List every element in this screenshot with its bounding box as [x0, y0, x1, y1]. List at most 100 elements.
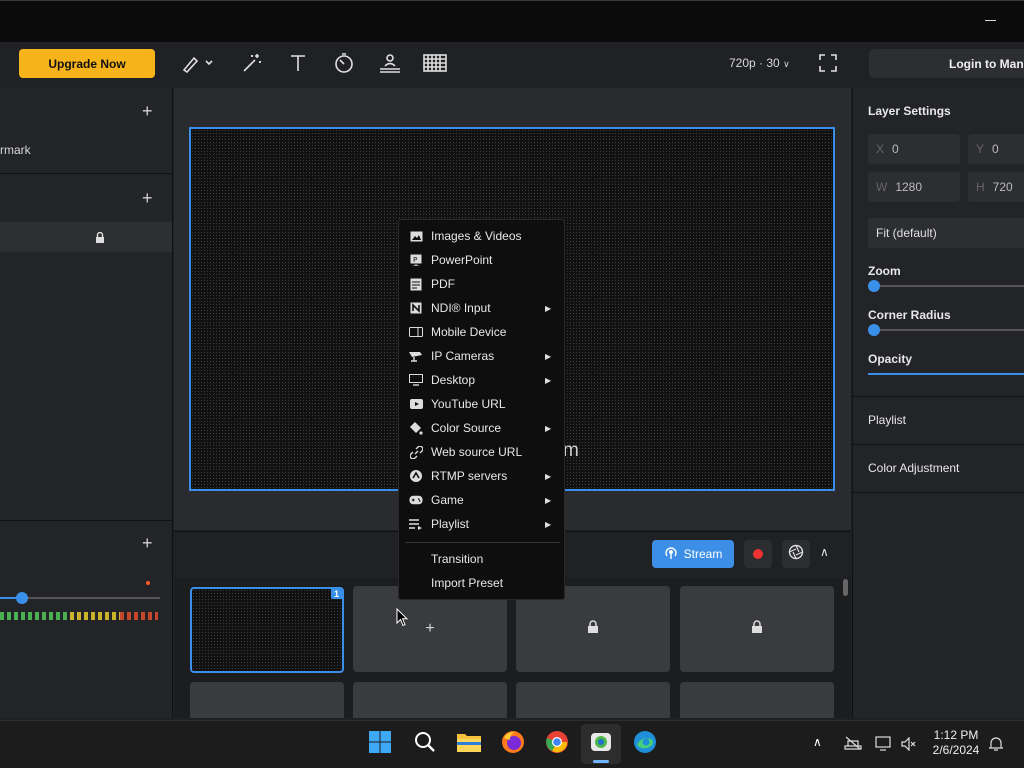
show-hidden-icons-button[interactable]: ∧: [813, 735, 822, 749]
menu-item-label: Color Source: [431, 421, 502, 435]
fullscreen-icon: [819, 53, 837, 77]
timer-icon: [333, 52, 355, 79]
menu-item-transition[interactable]: Transition: [399, 547, 564, 571]
scene-tile[interactable]: [353, 682, 507, 718]
scene-tile[interactable]: [680, 682, 834, 718]
volume-muted-icon[interactable]: [901, 736, 917, 756]
menu-item-label: Import Preset: [431, 576, 504, 590]
firefox-taskbar-button[interactable]: [500, 730, 526, 759]
lock-icon: [95, 231, 105, 249]
active-app-indicator: [593, 760, 609, 763]
login-button[interactable]: Login to Man: [869, 49, 1024, 78]
magic-wand-icon: [241, 52, 263, 79]
app-window: Upgrade Now 720p · 30 ∨ Login to Man + r…: [0, 0, 1024, 768]
menu-item-import-preset[interactable]: Import Preset: [399, 571, 564, 595]
timer-button[interactable]: [330, 51, 358, 79]
watermark-section: + rmark: [0, 88, 173, 174]
aperture-icon: [788, 544, 804, 565]
scene-grid-scrollbar[interactable]: [843, 579, 848, 596]
menu-item-rtmp-servers[interactable]: RTMP servers ▶: [399, 464, 564, 488]
locked-scene-tile[interactable]: [680, 586, 834, 672]
stream-button[interactable]: Stream: [652, 540, 734, 568]
lower-third-button[interactable]: [376, 51, 404, 79]
menu-item-label: Mobile Device: [431, 325, 507, 339]
h-key-label: H: [976, 180, 985, 194]
chrome-taskbar-button[interactable]: [544, 730, 570, 757]
menu-item-label: Game: [431, 493, 464, 507]
edge-taskbar-button[interactable]: [632, 730, 658, 757]
powerpoint-icon: P: [409, 253, 423, 267]
menu-item-playlist[interactable]: Playlist ▶: [399, 512, 564, 536]
notification-bell-icon[interactable]: [988, 736, 1004, 757]
menu-item-label: PowerPoint: [431, 253, 493, 267]
scene-tile[interactable]: [190, 682, 344, 718]
x-position-field[interactable]: X 0: [868, 134, 960, 164]
start-button[interactable]: [367, 730, 393, 757]
display-icon[interactable]: [875, 736, 893, 757]
add-layer-button[interactable]: +: [142, 189, 153, 207]
playlist-section[interactable]: Playlist: [868, 413, 906, 427]
minimize-button[interactable]: [985, 20, 996, 21]
record-button[interactable]: [744, 540, 772, 568]
menu-item-ndi-input[interactable]: NDI® Input ▶: [399, 296, 564, 320]
menu-item-images-videos[interactable]: Images & Videos: [399, 224, 564, 248]
menu-item-label: Desktop: [431, 373, 476, 387]
text-tool-button[interactable]: [284, 51, 312, 79]
clock-time: 1:12 PM: [933, 728, 979, 742]
menu-item-youtube-url[interactable]: YouTube URL: [399, 392, 564, 416]
chroma-key-icon: [423, 53, 447, 78]
zoom-slider[interactable]: [868, 285, 1024, 287]
color-adjustment-section[interactable]: Color Adjustment: [868, 461, 959, 475]
layer-row-locked[interactable]: [0, 222, 172, 252]
snapshot-button[interactable]: [782, 540, 810, 568]
collapse-scenes-button[interactable]: ∧: [820, 545, 829, 559]
streaming-app-taskbar-button[interactable]: [588, 731, 614, 757]
clock-date: 2/6/2024: [932, 743, 980, 757]
submenu-arrow-icon: ▶: [545, 495, 552, 505]
chroma-key-button[interactable]: [421, 51, 449, 79]
menu-item-ip-cameras[interactable]: IP Cameras ▶: [399, 344, 564, 368]
resolution-dropdown[interactable]: 720p · 30 ∨: [729, 56, 790, 70]
menu-item-desktop[interactable]: Desktop ▶: [399, 368, 564, 392]
scene-tile-1[interactable]: 1: [190, 587, 344, 673]
width-field[interactable]: W 1280: [868, 172, 960, 202]
mouse-cursor-icon: [396, 607, 409, 632]
corner-radius-slider[interactable]: [868, 329, 1024, 331]
ip-camera-icon: [409, 349, 423, 363]
menu-item-pdf[interactable]: PDF: [399, 272, 564, 296]
paint-bucket-icon: [409, 421, 423, 435]
menu-separator: [405, 542, 560, 543]
submenu-arrow-icon: ▶: [545, 471, 552, 481]
menu-item-powerpoint[interactable]: P PowerPoint: [399, 248, 564, 272]
gamepad-icon: [409, 493, 423, 507]
menu-item-game[interactable]: Game ▶: [399, 488, 564, 512]
volume-slider-knob[interactable]: [16, 592, 28, 604]
y-position-field[interactable]: Y 0: [968, 134, 1024, 164]
file-explorer-taskbar-button[interactable]: [456, 731, 482, 757]
upgrade-now-button[interactable]: Upgrade Now: [19, 49, 155, 78]
scene-number-badge: 1: [330, 589, 342, 599]
magic-wand-button[interactable]: [238, 51, 266, 79]
left-panel: + rmark + +: [0, 88, 173, 718]
corner-radius-slider-knob[interactable]: [868, 324, 880, 336]
scene-tile[interactable]: [516, 682, 670, 718]
pen-tool-button[interactable]: [182, 51, 213, 79]
menu-item-web-source-url[interactable]: Web source URL: [399, 440, 564, 464]
playlist-icon: [409, 517, 423, 531]
add-watermark-button[interactable]: +: [142, 102, 153, 120]
fullscreen-button[interactable]: [814, 51, 842, 79]
add-audio-button[interactable]: +: [142, 534, 153, 552]
fit-mode-dropdown[interactable]: Fit (default): [868, 218, 1024, 248]
menu-item-color-source[interactable]: Color Source ▶: [399, 416, 564, 440]
height-field[interactable]: H 720: [968, 172, 1024, 202]
menu-item-mobile-device[interactable]: Mobile Device: [399, 320, 564, 344]
opacity-slider[interactable]: [868, 373, 1024, 375]
network-icon[interactable]: [844, 736, 862, 755]
volume-slider[interactable]: [0, 592, 160, 604]
search-taskbar-button[interactable]: [412, 731, 438, 757]
divider: [852, 492, 1024, 493]
w-value: 1280: [895, 180, 923, 194]
zoom-slider-knob[interactable]: [868, 280, 880, 292]
firefox-icon: [501, 730, 525, 759]
system-clock[interactable]: 1:12 PM 2/6/2024: [928, 728, 984, 758]
